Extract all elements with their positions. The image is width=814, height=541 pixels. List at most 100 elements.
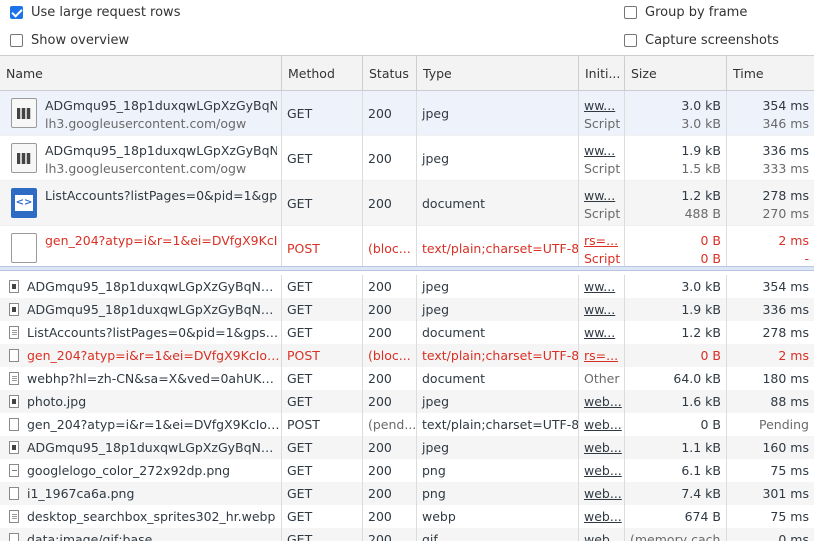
request-row[interactable]: desktop_searchbox_sprites302_hr.webp GET 2… (0, 505, 814, 528)
request-name[interactable]: data:image/gif;base... (0, 528, 282, 541)
request-name-cell[interactable]: ADGmqu95_18p1duxqwLGpXzGyBqN... lh3.googl… (0, 136, 282, 181)
request-name-cell[interactable]: gen_204?atyp=i&r=1&ei=DVfgX9KcI... (0, 226, 282, 271)
request-row[interactable]: webhp?hl=zh-CN&sa=X&ved=0ahUKEwi... GET 20… (0, 367, 814, 390)
column-header-size[interactable]: Size (625, 56, 727, 91)
large-request-row[interactable]: ADGmqu95_18p1duxqwLGpXzGyBqN... lh3.googl… (0, 136, 814, 181)
request-method: GET (282, 275, 363, 298)
request-row[interactable]: i1_1967ca6a.png GET 200 png web... 7.4 kB 301 … (0, 482, 814, 505)
large-rows-option[interactable]: Use large request rows (10, 5, 180, 20)
total-time: 336 ms (762, 143, 809, 158)
request-name[interactable]: ADGmqu95_18p1duxqwLGpXzGyBqNEIh... (0, 275, 282, 298)
request-name[interactable]: googlelogo_color_272x92dp.png (0, 459, 282, 482)
request-name[interactable]: desktop_searchbox_sprites302_hr.webp (0, 505, 282, 528)
request-type: document (417, 321, 579, 344)
initiator-link[interactable]: ww... (584, 97, 624, 115)
group-by-frame-checkbox[interactable] (624, 6, 637, 19)
request-type: jpeg (417, 275, 579, 298)
request-row[interactable]: ADGmqu95_18p1duxqwLGpXzGyBqNEIh... GET 200… (0, 275, 814, 298)
request-name: ListAccounts?listPages=0&pid=1&gp... (45, 188, 277, 203)
initiator-link[interactable]: rs=... (584, 232, 624, 250)
column-header-method[interactable]: Method (282, 56, 363, 91)
request-row[interactable]: googlelogo_color_272x92dp.png GET 200 png we… (0, 459, 814, 482)
request-initiator[interactable]: web... (579, 413, 625, 436)
column-header-type[interactable]: Type (417, 56, 579, 91)
group-by-frame-option[interactable]: Group by frame (624, 5, 747, 20)
request-status: 200 (363, 459, 417, 482)
request-time: 301 ms (762, 486, 809, 501)
request-initiator[interactable]: web... (579, 528, 625, 541)
request-row[interactable]: ListAccounts?listPages=0&pid=1&gpsia... G… (0, 321, 814, 344)
request-size: 0 B (625, 344, 727, 367)
column-header-name[interactable]: Name (0, 56, 282, 91)
latency-time: 270 ms (762, 206, 809, 221)
large-request-list: ADGmqu95_18p1duxqwLGpXzGyBqN... lh3.googl… (0, 91, 814, 271)
request-row[interactable]: photo.jpg GET 200 jpeg web... 1.6 kB 88 ms (0, 390, 814, 413)
request-domain: lh3.googleusercontent.com/ogw (45, 116, 247, 131)
request-name: gen_204?atyp=i&r=1&ei=DVfgX9KcI... (45, 233, 277, 248)
large-request-row[interactable]: ListAccounts?listPages=0&pid=1&gp...GET2… (0, 181, 814, 226)
request-status: 200 (363, 505, 417, 528)
request-initiator[interactable]: web... (579, 482, 625, 505)
overview-divider[interactable] (0, 266, 814, 271)
request-time: 354 ms (762, 279, 809, 294)
request-name[interactable]: i1_1967ca6a.png (0, 482, 282, 505)
request-status: (bloc... (363, 226, 417, 271)
initiator-link[interactable]: ww... (584, 142, 624, 160)
show-overview-option[interactable]: Show overview (10, 33, 129, 48)
request-row[interactable]: ADGmqu95_18p1duxqwLGpXzGyBqNEIh... GET 200… (0, 298, 814, 321)
request-initiator[interactable]: ww... (579, 298, 625, 321)
capture-screenshots-option[interactable]: Capture screenshots (624, 33, 779, 48)
column-header-time[interactable]: Time (727, 56, 814, 91)
resource-size: 3.0 kB (681, 116, 721, 131)
request-initiator[interactable]: web... (579, 459, 625, 482)
initiator-link[interactable]: ww... (584, 187, 624, 205)
capture-screenshots-checkbox[interactable] (624, 34, 637, 47)
request-status: (pend... (363, 413, 417, 436)
request-size-cell: 3.0 kB 3.0 kB (625, 91, 727, 136)
request-row[interactable]: gen_204?atyp=i&r=1&ei=DVfgX9KcIov2... POS… (0, 344, 814, 367)
large-request-row[interactable]: ADGmqu95_18p1duxqwLGpXzGyBqN... lh3.googl… (0, 91, 814, 136)
request-name[interactable]: ADGmqu95_18p1duxqwLGpXzGyBqNEIh... (0, 298, 282, 321)
request-row[interactable]: gen_204?atyp=i&r=1&ei=DVfgX9KcIov2... POS… (0, 413, 814, 436)
request-name[interactable]: ADGmqu95_18p1duxqwLGpXzGyBqNEIh... (0, 436, 282, 459)
request-size: 1.2 kB (625, 321, 727, 344)
group-by-frame-label: Group by frame (645, 5, 748, 20)
request-row[interactable]: ADGmqu95_18p1duxqwLGpXzGyBqNEIh... GET 200… (0, 436, 814, 459)
request-name[interactable]: ListAccounts?listPages=0&pid=1&gpsia... (0, 321, 282, 344)
request-type: jpeg (417, 436, 579, 459)
request-row[interactable]: data:image/gif;base... GET 200 gif web... (me… (0, 528, 814, 541)
request-name-cell[interactable]: ADGmqu95_18p1duxqwLGpXzGyBqN... lh3.googl… (0, 91, 282, 136)
request-size: 6.1 kB (625, 459, 727, 482)
request-name[interactable]: gen_204?atyp=i&r=1&ei=DVfgX9KcIov2... (0, 413, 282, 436)
request-name-cell[interactable]: ListAccounts?listPages=0&pid=1&gp... (0, 181, 282, 226)
request-initiator[interactable]: web... (579, 505, 625, 528)
request-name[interactable]: photo.jpg (0, 390, 282, 413)
request-name[interactable]: gen_204?atyp=i&r=1&ei=DVfgX9KcIov2... (0, 344, 282, 367)
large-rows-label: Use large request rows (31, 5, 181, 20)
request-initiator[interactable]: web... (579, 390, 625, 413)
request-size: 674 B (625, 505, 727, 528)
latency-time: 346 ms (762, 116, 809, 131)
request-method: GET (282, 505, 363, 528)
large-rows-checkbox[interactable] (10, 6, 23, 19)
initiator-type: Script (584, 161, 621, 176)
request-initiator-cell: rs=... Script (579, 226, 625, 271)
request-initiator-cell: ww... Script (579, 136, 625, 181)
request-type: webp (417, 505, 579, 528)
large-request-row[interactable]: gen_204?atyp=i&r=1&ei=DVfgX9KcI... POST (b… (0, 226, 814, 271)
show-overview-label: Show overview (31, 33, 130, 48)
image-file-icon (11, 143, 37, 173)
request-type: text/plain;charset=UTF-8 (417, 413, 579, 436)
show-overview-checkbox[interactable] (10, 34, 23, 47)
request-type: png (417, 482, 579, 505)
request-name[interactable]: webhp?hl=zh-CN&sa=X&ved=0ahUKEwi... (0, 367, 282, 390)
request-initiator[interactable]: rs=... (579, 344, 625, 367)
request-initiator[interactable]: ww... (579, 321, 625, 344)
request-method: GET (282, 298, 363, 321)
request-type: jpeg (417, 91, 579, 136)
request-initiator[interactable]: web... (579, 436, 625, 459)
column-header-initiator[interactable]: Initi... (579, 56, 625, 91)
column-header-status[interactable]: Status (363, 56, 417, 91)
request-time-cell: 354 ms 346 ms (727, 91, 814, 136)
request-initiator[interactable]: ww... (579, 275, 625, 298)
